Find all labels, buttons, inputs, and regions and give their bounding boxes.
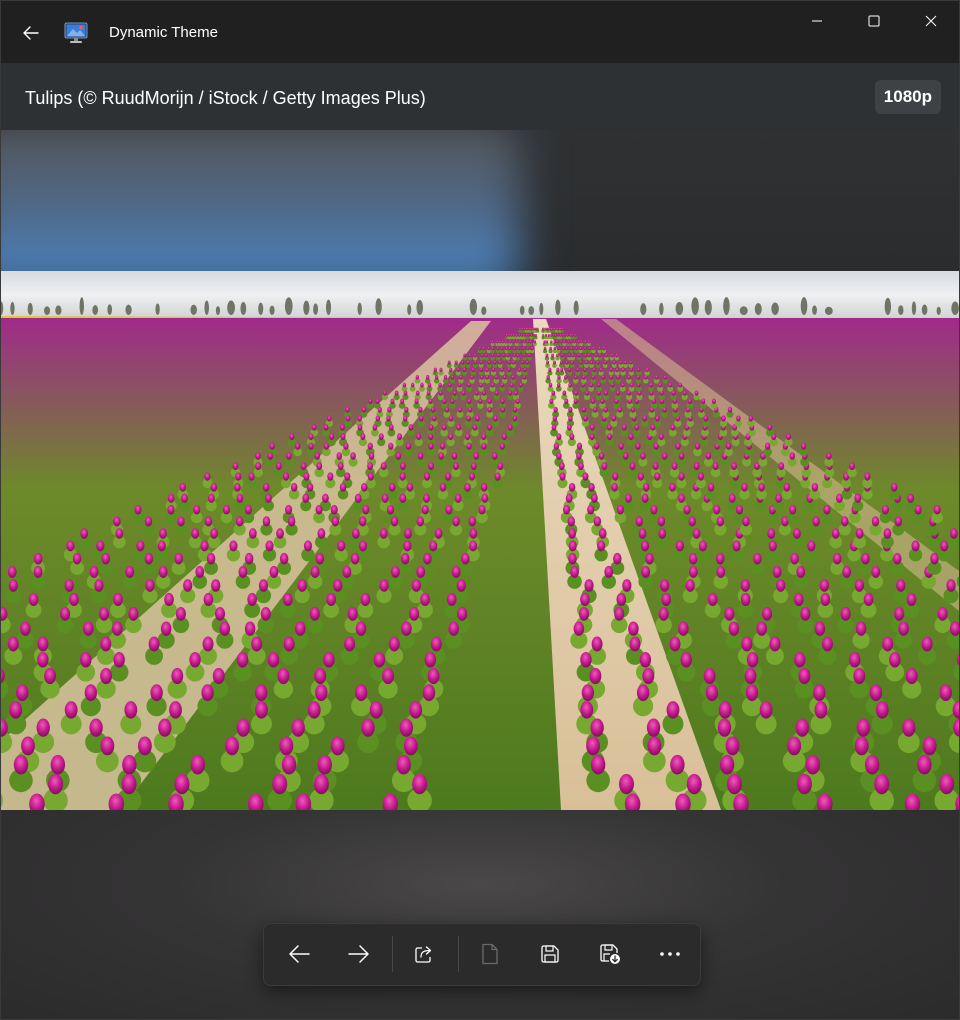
back-button[interactable] [15,17,47,49]
file-icon [482,943,498,965]
title-bar: Dynamic Theme [1,1,959,63]
preview-toolbar [263,923,701,986]
blurred-backdrop-top [1,130,959,271]
more-options-button[interactable] [648,934,692,974]
maximize-button[interactable] [845,1,902,41]
window-title: Dynamic Theme [109,24,218,41]
monitor-theme-icon [64,22,88,43]
blue-glow [1,130,521,271]
image-caption-bar: Tulips (© RuudMorijn / iStock / Getty Im… [1,63,959,130]
blurred-backdrop-bottom [1,810,959,1019]
next-button[interactable] [337,934,381,974]
save-button[interactable] [528,934,572,974]
wallpaper-preview [1,271,959,810]
close-button[interactable] [902,1,959,41]
share-button[interactable] [402,934,446,974]
image-caption: Tulips (© RuudMorijn / iStock / Getty Im… [25,88,426,108]
previous-button[interactable] [277,934,321,974]
share-icon [415,946,432,963]
toolbar-separator [392,936,393,972]
tulip-field-image [1,271,959,810]
save-icon [541,945,559,963]
minimize-button[interactable] [788,1,845,41]
save-download-icon [600,944,620,964]
resolution-badge: 1080p [874,80,941,114]
minimize-icon [811,20,822,22]
file-button [468,934,512,974]
maximize-icon [868,15,879,27]
arrow-right-icon [348,945,369,963]
toolbar-separator [458,936,459,972]
more-icon [660,952,680,956]
app-window: Dynamic Theme Tulips (© RuudMorijn / iSt… [0,0,960,1020]
close-icon [925,15,936,27]
back-arrow-icon [23,26,39,40]
arrow-left-icon [289,945,310,963]
save-as-button[interactable] [588,934,632,974]
